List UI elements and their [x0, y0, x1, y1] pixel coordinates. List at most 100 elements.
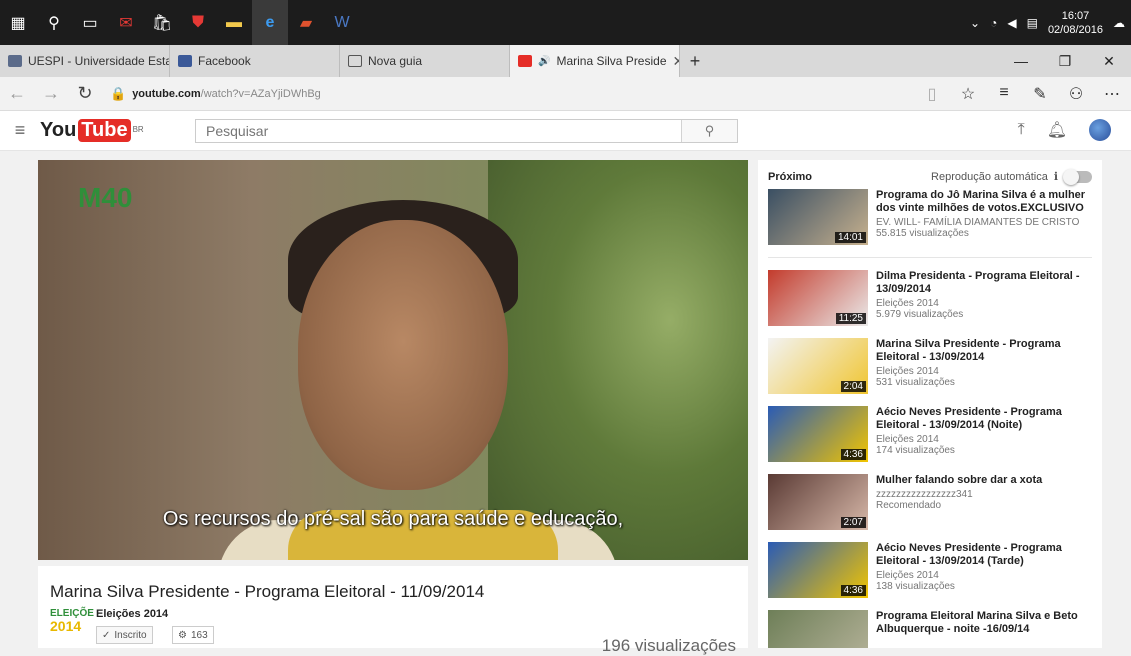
- recommended-video[interactable]: Programa Eleitoral Marina Silva e Beto A…: [768, 610, 1092, 648]
- tab-youtube[interactable]: 🔊 Marina Silva Preside ✕: [510, 45, 680, 77]
- video-thumbnail[interactable]: 2:07: [768, 474, 868, 530]
- video-meta: Marina Silva Presidente - Programa Eleit…: [876, 338, 1092, 394]
- video-thumbnail[interactable]: [768, 610, 868, 648]
- window-controls: — ❐ ✕: [999, 45, 1131, 77]
- task-view-icon[interactable]: ▭: [72, 0, 108, 45]
- recommended-video[interactable]: 4:36 Aécio Neves Presidente - Programa El…: [768, 542, 1092, 598]
- video-thumbnail[interactable]: 11:25: [768, 270, 868, 326]
- clock-time: 16:07: [1061, 9, 1090, 22]
- audio-icon[interactable]: 🔊: [538, 56, 550, 67]
- upload-icon[interactable]: ⤒: [1018, 121, 1025, 139]
- new-tab-button[interactable]: +: [680, 45, 710, 77]
- recommended-video[interactable]: 2:07 Mulher falando sobre dar a xota zzzzz…: [768, 474, 1092, 530]
- channel-name[interactable]: Eleições 2014: [96, 608, 168, 620]
- close-window-icon[interactable]: ✕: [1087, 45, 1131, 77]
- back-icon[interactable]: ←: [0, 83, 34, 104]
- network-icon[interactable]: ◔: [990, 16, 997, 30]
- web-note-icon[interactable]: ✎: [1025, 84, 1055, 104]
- taskbar: ▦ ⚲ ▭ ✉ 🛍 ⛊ ▬ e ▰ W ⌄ ◔ ◀ ▤ 16:07 02/08/…: [0, 0, 1131, 45]
- recommended-video[interactable]: 11:25 Dilma Presidenta - Programa Eleitor…: [768, 270, 1092, 326]
- store-icon[interactable]: 🛍: [144, 0, 180, 45]
- recommended-title[interactable]: Aécio Neves Presidente - Programa Eleito…: [876, 406, 1092, 432]
- close-icon[interactable]: ✕: [673, 53, 680, 70]
- logo-you: You: [40, 119, 77, 141]
- search-input[interactable]: [196, 120, 681, 142]
- favorite-star-icon[interactable]: ☆: [953, 84, 983, 104]
- search-button[interactable]: ⚲: [681, 120, 737, 142]
- recommended-title[interactable]: Aécio Neves Presidente - Programa Eleito…: [876, 542, 1092, 568]
- recommended-video[interactable]: 14:01 Programa do Jô Marina Silva é a mul…: [768, 189, 1092, 245]
- video-meta: Dilma Presidenta - Programa Eleitoral - …: [876, 270, 1092, 326]
- tab-facebook[interactable]: Facebook: [170, 45, 340, 77]
- video-duration: 11:25: [835, 313, 866, 324]
- channel-avatar[interactable]: ELEIÇÕE 2014: [50, 608, 94, 648]
- word-icon[interactable]: W: [324, 0, 360, 45]
- channel-avatar-year: 2014: [50, 618, 82, 634]
- clock-date: 02/08/2016: [1047, 23, 1103, 36]
- recommended-title[interactable]: Programa Eleitoral Marina Silva e Beto A…: [876, 610, 1092, 636]
- minimize-icon[interactable]: —: [999, 45, 1043, 77]
- info-icon[interactable]: ℹ: [1054, 170, 1058, 183]
- recommended-video[interactable]: 2:04 Marina Silva Presidente - Programa E…: [768, 338, 1092, 394]
- sidebar-header: Próximo Reprodução automática ℹ: [768, 168, 1092, 185]
- subscriber-count-value: 163: [190, 629, 208, 641]
- tab-nova-guia[interactable]: Nova guia: [340, 45, 510, 77]
- video-thumbnail[interactable]: 4:36: [768, 542, 868, 598]
- tab-label: Marina Silva Preside: [556, 54, 667, 68]
- cloud-icon[interactable]: ☁: [1113, 16, 1125, 30]
- avatar[interactable]: [1089, 119, 1111, 141]
- recommended-views: 174 visualizações: [876, 445, 955, 456]
- new-tab-icon: [348, 55, 362, 67]
- recommended-channel: Eleições 2014: [876, 298, 939, 309]
- mail-icon[interactable]: ✉: [108, 0, 144, 45]
- menu-icon[interactable]: ≡: [0, 120, 40, 141]
- search-box: ⚲: [195, 119, 738, 143]
- search-icon[interactable]: ⚲: [36, 0, 72, 45]
- url-field[interactable]: 🔒 youtube.com/watch?v=AZaYjiDWhBg: [110, 86, 321, 102]
- volume-icon[interactable]: ◀: [1007, 16, 1016, 30]
- more-icon[interactable]: ⋯: [1097, 84, 1127, 104]
- bell-icon[interactable]: 🔔︎: [1047, 120, 1067, 140]
- restore-icon[interactable]: ❐: [1043, 45, 1087, 77]
- subscribe-button[interactable]: ✓ Inscrito: [96, 626, 153, 644]
- video-player[interactable]: M40 Os recursos do pré-sal são para saúd…: [38, 160, 748, 560]
- video-thumbnail[interactable]: 14:01: [768, 189, 868, 245]
- video-thumbnail[interactable]: 2:04: [768, 338, 868, 394]
- video-duration: 2:04: [840, 381, 866, 392]
- recommended-title[interactable]: Dilma Presidenta - Programa Eleitoral - …: [876, 270, 1092, 296]
- tab-bar: UESPI - Universidade Estadu Facebook Nov…: [0, 45, 1131, 77]
- youtube-logo[interactable]: You Tube BR: [40, 119, 144, 142]
- recommended-channel: Eleições 2014: [876, 570, 939, 581]
- autoplay-toggle[interactable]: [1063, 168, 1092, 185]
- recommended-title[interactable]: Marina Silva Presidente - Programa Eleit…: [876, 338, 1092, 364]
- video-duration: 14:01: [834, 232, 866, 243]
- clock[interactable]: 16:07 02/08/2016: [1048, 9, 1103, 37]
- powerpoint-icon[interactable]: ▰: [288, 0, 324, 45]
- file-explorer-icon[interactable]: ▬: [216, 0, 252, 45]
- video-meta: Programa do Jô Marina Silva é a mulher d…: [876, 189, 1092, 245]
- recommended-title[interactable]: Programa do Jô Marina Silva é a mulher d…: [876, 189, 1092, 215]
- recommended-video[interactable]: 4:36 Aécio Neves Presidente - Programa El…: [768, 406, 1092, 462]
- autoplay-label: Reprodução automática: [931, 170, 1048, 183]
- reading-view-icon[interactable]: ▯: [917, 84, 947, 104]
- refresh-icon[interactable]: ↻: [68, 83, 102, 104]
- edge-icon[interactable]: e: [252, 0, 288, 45]
- autoplay: Reprodução automática ℹ: [931, 168, 1092, 185]
- share-icon[interactable]: ⚇: [1061, 84, 1091, 104]
- address-bar: ← → ↻ 🔒 youtube.com/watch?v=AZaYjiDWhBg …: [0, 77, 1131, 111]
- forward-icon[interactable]: →: [34, 83, 68, 104]
- settings-icon[interactable]: ⚙: [178, 630, 187, 641]
- chevron-up-icon[interactable]: ⌄: [970, 16, 980, 30]
- recommended-views: 138 visualizações: [876, 581, 955, 592]
- logo-region: BR: [132, 125, 144, 134]
- antivirus-icon[interactable]: ⛊: [180, 0, 216, 45]
- windows-start-icon[interactable]: ▦: [0, 0, 36, 45]
- hub-icon[interactable]: ≡: [989, 84, 1019, 104]
- tab-uespi[interactable]: UESPI - Universidade Estadu: [0, 45, 170, 77]
- video-caption: Os recursos do pré-sal são para saúde e …: [162, 508, 624, 530]
- recommended-views: 5.979 visualizações: [876, 309, 964, 320]
- tab-label: Nova guia: [368, 54, 423, 68]
- video-thumbnail[interactable]: 4:36: [768, 406, 868, 462]
- recommended-title[interactable]: Mulher falando sobre dar a xota: [876, 474, 1042, 487]
- notification-icon[interactable]: ▤: [1027, 16, 1038, 30]
